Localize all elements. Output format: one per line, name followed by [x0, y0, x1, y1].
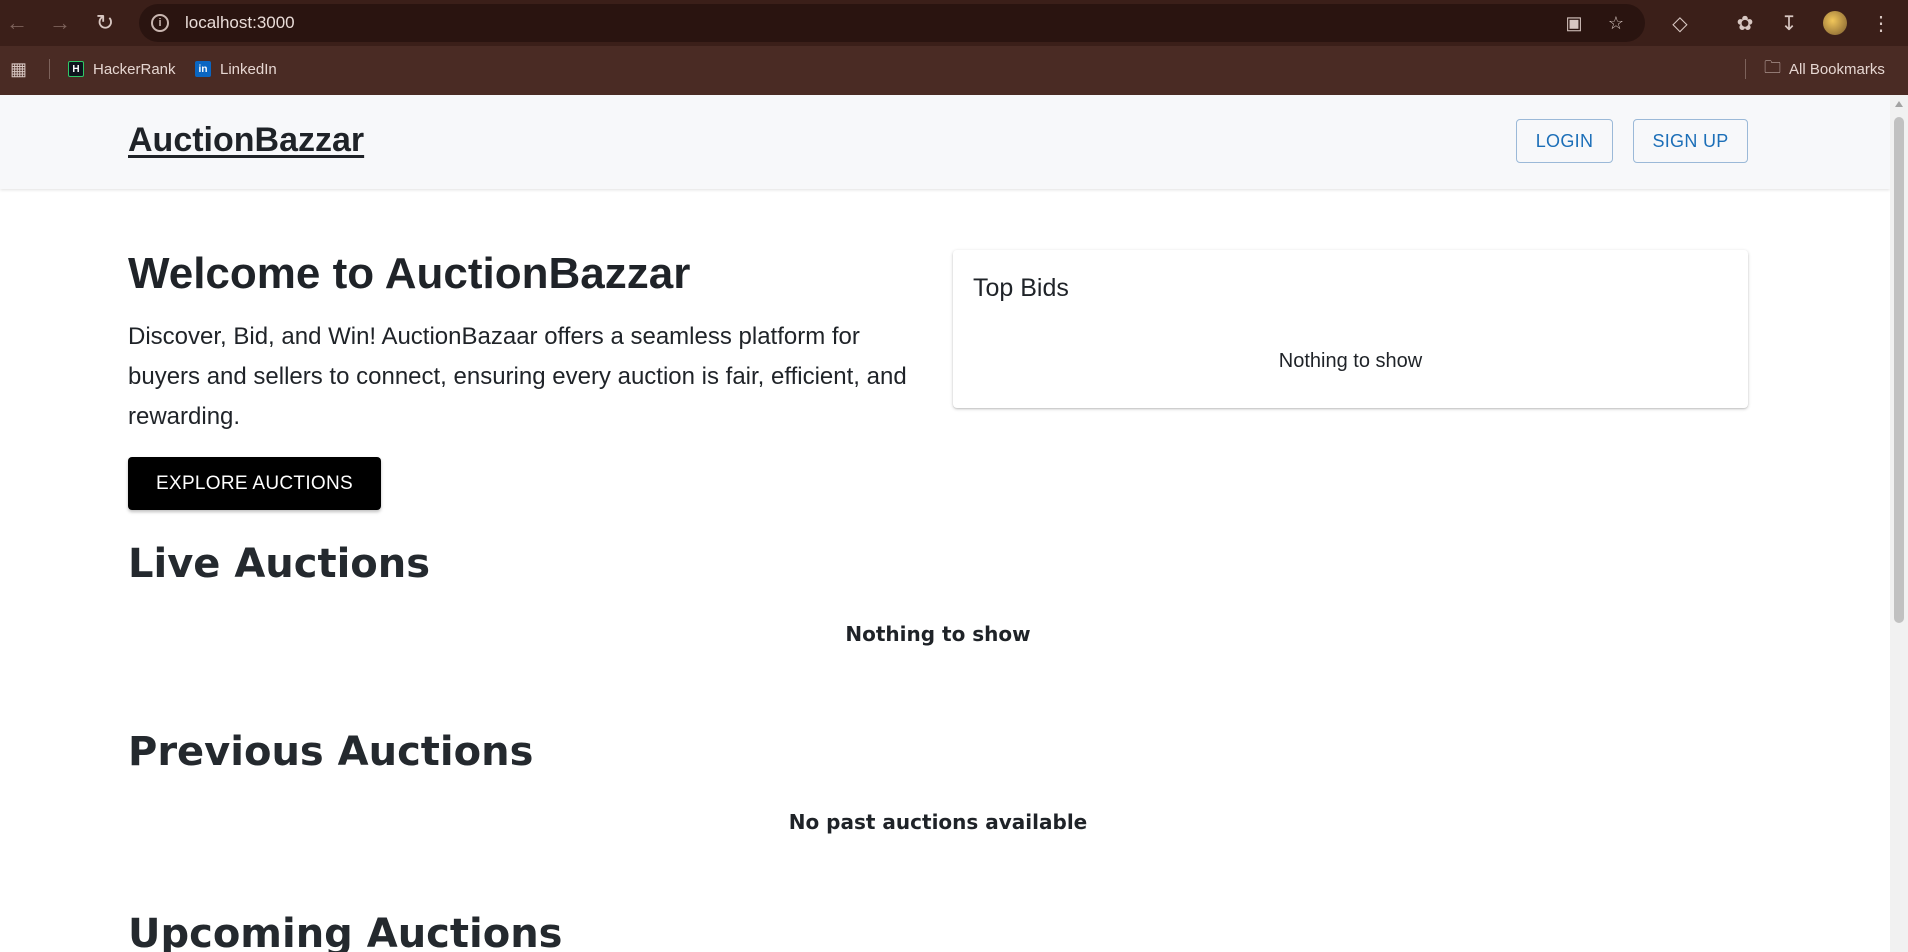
top-bids-card: Top Bids Nothing to show [953, 250, 1748, 408]
linkedin-icon: in [195, 61, 211, 77]
upcoming-auctions-title: Upcoming Auctions [128, 911, 563, 952]
performance-icon[interactable]: ✿ [1732, 10, 1758, 36]
bookmark-linkedin[interactable]: in LinkedIn [195, 58, 277, 80]
back-icon[interactable]: ← [2, 8, 32, 38]
page-scrollbar[interactable] [1890, 95, 1908, 952]
bookmark-separator [1745, 59, 1746, 79]
extensions-icon[interactable]: ◇ [1667, 10, 1693, 36]
live-auctions-empty-message: Nothing to show [845, 622, 1031, 646]
reload-icon[interactable]: ↻ [90, 8, 120, 38]
scrollbar-thumb[interactable] [1894, 117, 1904, 623]
forward-icon[interactable]: → [45, 8, 75, 38]
previous-auctions-empty-message: No past auctions available [788, 810, 1088, 834]
profile-avatar[interactable] [1823, 11, 1847, 35]
hero-title: Welcome to AuctionBazzar [128, 249, 691, 298]
all-bookmarks-label: All Bookmarks [1789, 60, 1885, 78]
page-viewport: AuctionBazzar LOGIN SIGN UP Welcome to A… [0, 95, 1890, 952]
bookmarks-bar [0, 46, 1908, 95]
top-bids-title: Top Bids [973, 274, 1069, 302]
site-info-icon[interactable]: i [151, 14, 169, 32]
download-icon[interactable]: ↧ [1776, 10, 1802, 36]
address-bar[interactable]: i localhost:3000 ▣ ☆ [139, 4, 1645, 42]
apps-grid-icon[interactable]: ▦ [10, 58, 27, 80]
menu-kebab-icon[interactable]: ⋮ [1868, 10, 1894, 36]
folder-icon: 🗀 [1764, 57, 1781, 77]
bookmark-separator [49, 59, 50, 79]
hero-description: Discover, Bid, and Win! AuctionBazaar of… [128, 323, 907, 430]
explore-auctions-button[interactable]: EXPLORE AUCTIONS [128, 457, 381, 510]
hackerrank-icon: H [68, 61, 84, 77]
login-button[interactable]: LOGIN [1516, 119, 1613, 163]
install-app-icon[interactable]: ▣ [1563, 12, 1585, 34]
signup-button[interactable]: SIGN UP [1633, 119, 1748, 163]
url-text[interactable]: localhost:3000 [185, 13, 295, 33]
live-auctions-title: Live Auctions [128, 541, 431, 587]
bookmark-star-icon[interactable]: ☆ [1605, 12, 1627, 34]
top-bids-empty-message: Nothing to show [1278, 350, 1423, 372]
bookmark-hackerrank[interactable]: H HackerRank [68, 58, 176, 80]
bookmark-label: HackerRank [93, 60, 176, 78]
previous-auctions-title: Previous Auctions [128, 729, 534, 775]
app-header: AuctionBazzar LOGIN SIGN UP [0, 95, 1890, 189]
bookmark-label: LinkedIn [220, 60, 277, 78]
scroll-up-arrow-icon[interactable] [1895, 101, 1903, 107]
browser-toolbar: ← → ↻ i localhost:3000 ▣ ☆ ◇ ✿ ↧ ⋮ [0, 0, 1908, 46]
all-bookmarks[interactable]: 🗀 All Bookmarks [1764, 58, 1885, 80]
brand-logo[interactable]: AuctionBazzar [128, 121, 364, 160]
